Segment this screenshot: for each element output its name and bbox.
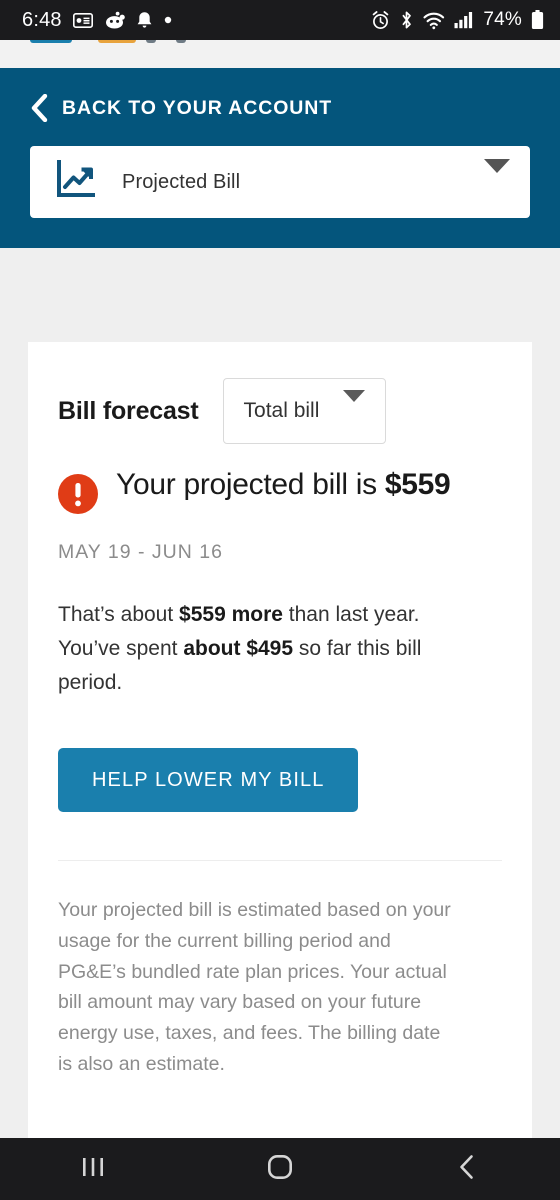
alarm-icon (371, 10, 390, 30)
alert-exclamation-icon (58, 474, 98, 519)
chevron-left-icon (30, 94, 48, 122)
summary-part-1: That’s about (58, 603, 180, 626)
bill-summary-text: That’s about $559 more than last year. Y… (58, 598, 458, 700)
page-title: Bill forecast (58, 396, 199, 425)
headline-amount: $559 (384, 468, 451, 501)
billing-date-range: MAY 19 - JUN 16 (58, 541, 223, 563)
recents-button[interactable] (33, 1138, 153, 1200)
clipped-pill (176, 40, 186, 43)
headline-text: Your projected bill is $559 (116, 464, 451, 505)
projected-bill-dropdown[interactable]: Projected Bill (30, 146, 530, 218)
status-bar-left: 6:48 (22, 9, 172, 32)
summary-bold-1: $559 more (179, 603, 283, 626)
battery-icon (531, 10, 544, 30)
clipped-pill (30, 40, 72, 43)
total-bill-value: Total bill (243, 399, 320, 422)
line-chart-trend-icon (56, 159, 100, 205)
disclaimer-text: Your projected bill is estimated based o… (58, 899, 451, 1076)
back-button[interactable] (407, 1138, 527, 1200)
back-icon (457, 1154, 477, 1185)
projected-bill-value: Projected Bill (122, 170, 241, 193)
card-header: Bill forecast Total bill (58, 378, 502, 444)
status-bar: 6:48 74% (0, 0, 560, 40)
bluetooth-icon (399, 10, 414, 30)
home-button[interactable] (220, 1138, 340, 1200)
bill-forecast-card: Bill forecast Total bill Your projected … (28, 342, 532, 1142)
page-header: BACK TO YOUR ACCOUNT Projected Bill (0, 68, 560, 248)
projected-bill-headline: Your projected bill is $559 (58, 464, 502, 519)
chevron-down-icon (484, 159, 510, 191)
total-bill-dropdown[interactable]: Total bill (222, 378, 387, 444)
back-to-account-label: BACK TO YOUR ACCOUNT (62, 96, 333, 119)
signal-icon (454, 11, 474, 29)
news-card-icon (72, 12, 93, 28)
dot-icon (164, 16, 172, 24)
summary-bold-2: about $495 (183, 637, 294, 661)
battery-percentage: 74% (483, 9, 522, 30)
wifi-icon (423, 11, 445, 30)
help-lower-my-bill-button[interactable]: HELP LOWER MY BILL (58, 748, 359, 813)
headline-prefix: Your projected bill is (116, 468, 385, 501)
section-divider (58, 860, 502, 862)
reddit-icon (104, 11, 125, 29)
recents-icon (80, 1155, 106, 1184)
chevron-down-icon (343, 390, 366, 420)
bell-icon (136, 11, 153, 30)
clipped-pill (146, 40, 156, 43)
home-icon (267, 1154, 293, 1185)
status-bar-right: 74% (371, 9, 544, 31)
clipped-pill (98, 40, 136, 43)
status-time: 6:48 (22, 8, 62, 31)
clipped-content-strip (0, 40, 560, 68)
back-to-account-link[interactable]: BACK TO YOUR ACCOUNT (30, 94, 530, 122)
android-nav-bar (0, 1138, 560, 1200)
